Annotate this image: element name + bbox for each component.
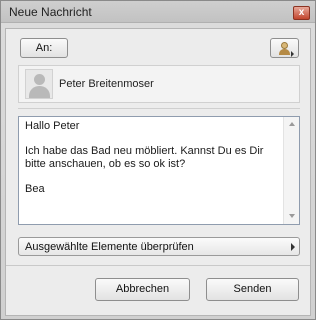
recipient-entry[interactable]: Peter Breitenmoser (18, 65, 300, 103)
window-title: Neue Nachricht (9, 5, 92, 19)
scroll-down-icon[interactable] (289, 214, 295, 218)
dialog-body: An: Peter Breitenmoser Hallo Peter Ich h… (5, 28, 311, 316)
title-bar[interactable]: Neue Nachricht x (1, 1, 315, 23)
to-button[interactable]: An: (20, 38, 68, 58)
scroll-up-icon[interactable] (289, 122, 295, 126)
address-book-button[interactable] (270, 38, 299, 58)
check-selected-items-button[interactable]: Ausgewählte Elemente überprüfen (18, 237, 300, 256)
divider (18, 108, 300, 109)
message-scrollbar[interactable] (283, 117, 299, 224)
button-area-divider (6, 265, 310, 266)
close-button[interactable]: x (293, 6, 310, 20)
chevron-right-icon (291, 243, 295, 251)
person-placeholder-icon (25, 69, 53, 99)
message-body-input[interactable]: Hallo Peter Ich habe das Bad neu möblier… (18, 116, 300, 225)
new-message-window: Neue Nachricht x An: Peter Breitenmoser … (0, 0, 316, 320)
send-button[interactable]: Senden (206, 278, 299, 301)
recipient-name: Peter Breitenmoser (59, 78, 154, 90)
close-icon: x (298, 7, 305, 18)
cancel-button[interactable]: Abbrechen (95, 278, 190, 301)
check-selected-items-label: Ausgewählte Elemente überprüfen (25, 241, 194, 253)
message-text[interactable]: Hallo Peter Ich habe das Bad neu möblier… (25, 120, 281, 195)
